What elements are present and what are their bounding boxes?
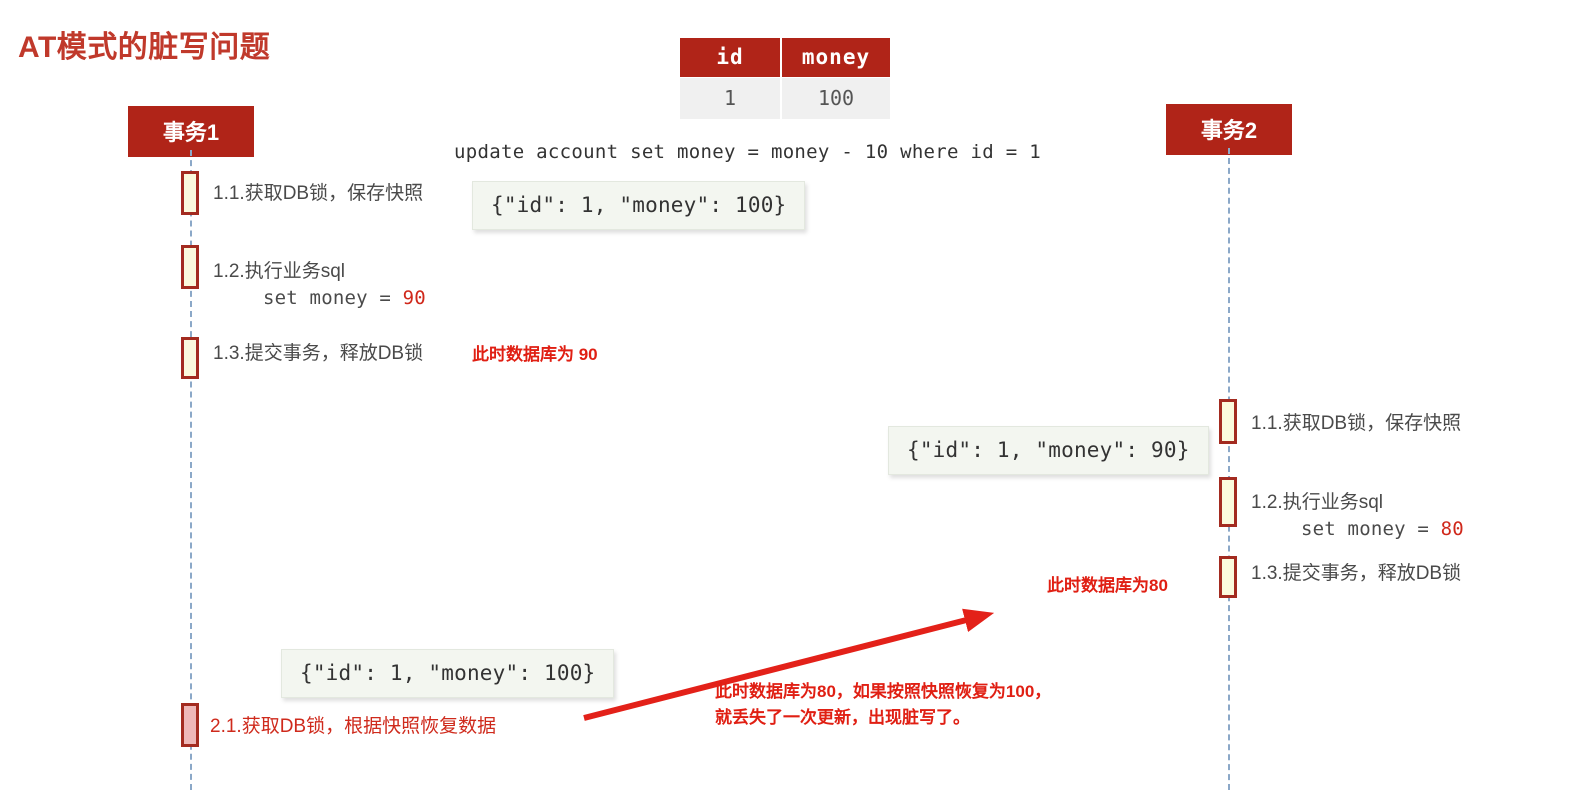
step-left-1-2-label: 1.2.执行业务sql [213,261,345,282]
step-left-1-2-sub-value: 90 [402,287,426,309]
step-left-2-1: 2.1.获取DB锁，根据快照恢复数据 [210,713,496,740]
activation-left-1-3 [181,337,199,379]
step-right-1-3: 1.3.提交事务，释放DB锁 [1251,560,1461,587]
account-table: id money 1 100 [678,37,892,120]
table-header-id: id [680,38,780,77]
lifeline-transaction-2 [1228,148,1230,790]
step-right-1-3-label: 1.3.提交事务，释放DB锁 [1251,563,1462,584]
step-right-1-2: 1.2.执行业务sql set money = 80 [1251,489,1464,543]
cell-id: 1 [680,78,780,119]
conclusion-annotation: 此时数据库为80，如果按照快照恢复为100， 就丢失了一次更新，出现脏写了。 [715,679,1051,731]
step-right-1-2-sub-prefix: set money = [1301,518,1441,540]
step-right-1-2-sub: set money = 80 [1251,516,1464,543]
table-row: 1 100 [680,78,890,119]
step-right-1-2-sub-value: 80 [1440,518,1464,540]
activation-left-1-2 [181,245,199,289]
snapshot-left-2-1: {"id": 1, "money": 100} [281,649,615,698]
activation-left-1-1 [181,171,199,215]
conclusion-line-2: 就丢失了一次更新，出现脏写了。 [715,708,970,727]
activation-right-1-3 [1219,556,1237,598]
page-title: AT模式的脏写问题 [18,31,271,64]
step-right-1-2-label: 1.2.执行业务sql [1251,492,1383,513]
step-right-1-1-label: 1.1.获取DB锁，保存快照 [1251,413,1462,434]
step-right-1-1: 1.1.获取DB锁，保存快照 [1251,410,1461,437]
cell-money: 100 [782,78,890,119]
snapshot-right-1-1: {"id": 1, "money": 90} [888,426,1209,475]
step-left-2-1-label: 2.1.获取DB锁，根据快照恢复数据 [210,716,497,737]
step-left-1-1-label: 1.1.获取DB锁，保存快照 [213,183,424,204]
step-left-1-2: 1.2.执行业务sql set money = 90 [213,258,426,312]
activation-right-1-2 [1219,477,1237,527]
activation-right-1-1 [1219,399,1237,444]
step-left-1-3-label: 1.3.提交事务，释放DB锁 [213,343,424,364]
annotation-db-value-90: 此时数据库为 90 [472,345,598,364]
step-left-1-1: 1.1.获取DB锁，保存快照 [213,180,423,207]
step-left-1-2-sub: set money = 90 [213,285,426,312]
snapshot-left-1-1: {"id": 1, "money": 100} [472,181,806,230]
sql-statement: update account set money = money - 10 wh… [454,141,1041,163]
step-left-1-2-sub-prefix: set money = [263,287,403,309]
table-header-money: money [782,38,890,77]
step-left-1-3: 1.3.提交事务，释放DB锁 [213,340,423,367]
annotation-db-value-80: 此时数据库为80 [1047,576,1168,595]
conclusion-line-1: 此时数据库为80，如果按照快照恢复为100， [715,682,1052,701]
table-header-row: id money [680,38,890,77]
activation-left-2-1 [181,703,199,747]
